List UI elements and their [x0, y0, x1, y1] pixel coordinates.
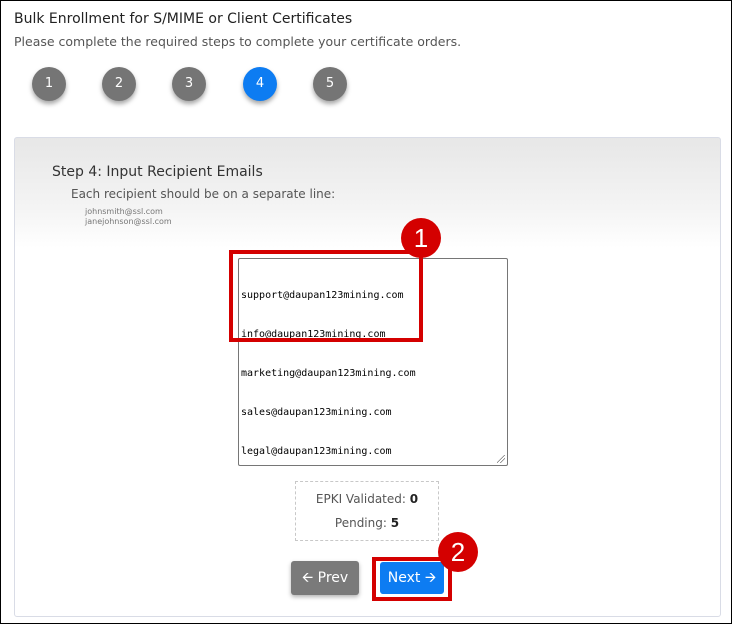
step-2-indicator[interactable]: 2: [102, 67, 136, 101]
epki-validated-label: EPKI Validated:: [315, 492, 406, 506]
epki-validated-value: 0: [409, 492, 419, 506]
prev-button-label: Prev: [317, 570, 349, 586]
email-line: sales@daupan123mining.com: [241, 407, 392, 418]
pending-label: Pending:: [334, 516, 387, 530]
step-panel: Step 4: Input Recipient Emails Each reci…: [14, 137, 721, 617]
email-line: legal@daupan123mining.com: [241, 446, 392, 457]
example-email: janejohnson@ssl.com: [85, 217, 172, 226]
page-subtitle: Please complete the required steps to co…: [14, 34, 462, 49]
step-5-indicator[interactable]: 5: [313, 67, 347, 101]
epki-validated-count: EPKI Validated: 0: [296, 492, 438, 506]
page-title: Bulk Enrollment for S/MIME or Client Cer…: [14, 11, 353, 27]
step-heading: Step 4: Input Recipient Emails: [52, 164, 263, 180]
resize-handle[interactable]: [497, 455, 505, 463]
annotation-highlight-box-1: [229, 250, 423, 342]
email-line: marketing@daupan123mining.com: [241, 368, 416, 379]
pending-count: Pending: 5: [296, 516, 438, 530]
step-instructions: Each recipient should be on a separate l…: [71, 187, 336, 201]
example-email: johnsmith@ssl.com: [85, 207, 163, 216]
pending-value: 5: [390, 516, 400, 530]
prev-button[interactable]: 🡨 Prev: [291, 561, 359, 595]
step-1-indicator[interactable]: 1: [32, 67, 66, 101]
step-3-indicator[interactable]: 3: [172, 67, 206, 101]
step-4-indicator-active[interactable]: 4: [243, 67, 277, 101]
status-counts: EPKI Validated: 0 Pending: 5: [295, 481, 439, 541]
annotation-marker-2: 2: [438, 532, 478, 572]
arrow-left-icon: 🡨: [301, 570, 314, 586]
window-frame: Bulk Enrollment for S/MIME or Client Cer…: [0, 0, 732, 624]
annotation-marker-1: 1: [401, 218, 441, 258]
annotation-highlight-box-2: [372, 557, 452, 601]
